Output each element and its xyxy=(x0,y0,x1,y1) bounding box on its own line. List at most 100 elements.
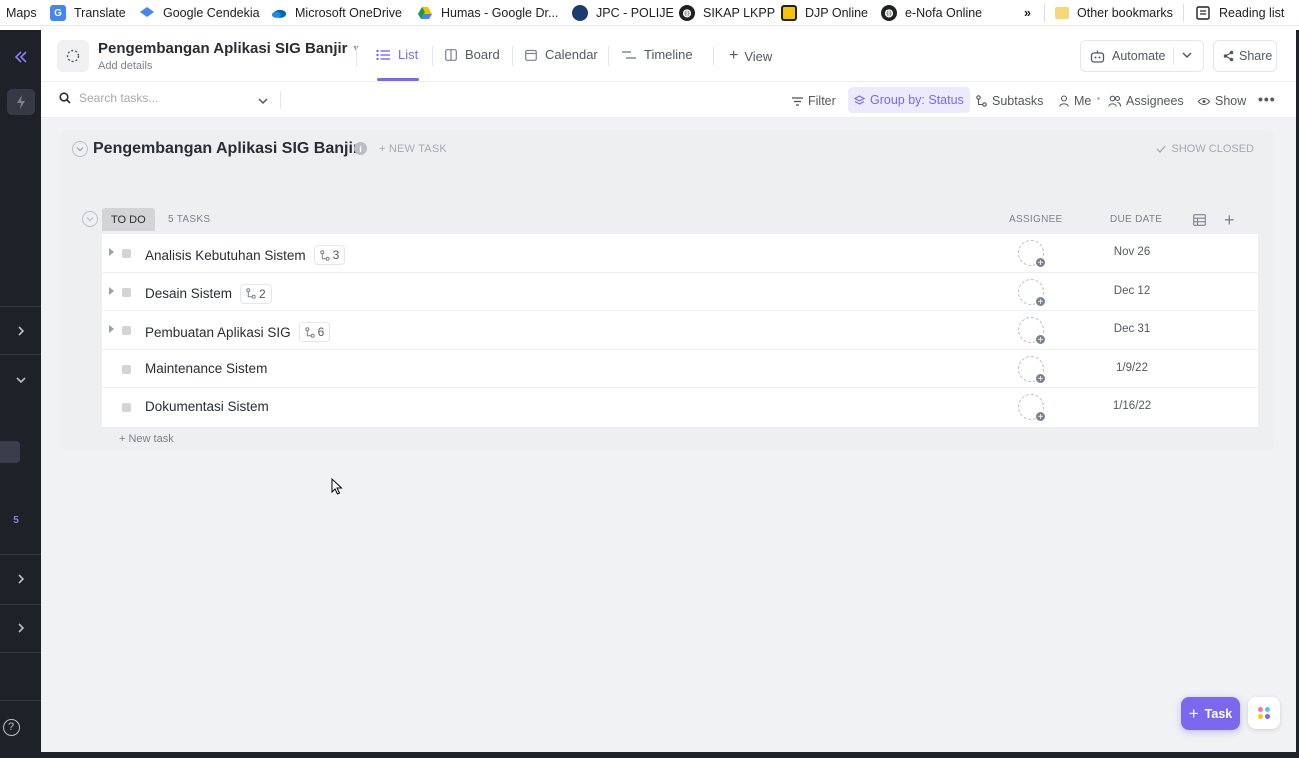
status-square-icon[interactable] xyxy=(122,249,131,258)
search-options-chevron-icon[interactable] xyxy=(257,92,269,110)
subtask-icon xyxy=(319,249,330,261)
due-date[interactable]: Dec 12 xyxy=(1092,285,1172,297)
expand-chevron-icon[interactable] xyxy=(0,617,41,639)
status-square-icon[interactable] xyxy=(122,326,131,336)
share-icon xyxy=(1223,50,1234,62)
task-list: Analisis Kebutuhan Sistem 3 + Nov 26 Des… xyxy=(102,234,1258,427)
due-date[interactable]: Nov 26 xyxy=(1092,246,1172,258)
assignees-button[interactable]: Assignees xyxy=(1108,91,1184,111)
due-date[interactable]: 1/16/22 xyxy=(1092,400,1172,412)
bookmark-maps[interactable]: Maps xyxy=(6,4,37,22)
add-details-link[interactable]: Add details xyxy=(98,60,152,72)
status-square-icon[interactable] xyxy=(122,287,131,297)
chevron-down-icon[interactable] xyxy=(1181,51,1193,59)
collapse-group-icon[interactable] xyxy=(82,211,98,227)
bookmark-jpc-polije[interactable]: JPC - POLIJE xyxy=(572,4,674,22)
list-toolbar: Filter Group by: Status Subtasks Me Assi… xyxy=(41,82,1296,118)
automate-button[interactable]: Automate xyxy=(1080,40,1204,72)
due-date[interactable]: Dec 31 xyxy=(1092,323,1172,335)
apps-grid-icon[interactable] xyxy=(1248,697,1280,729)
new-task-link[interactable]: + NEW TASK xyxy=(379,143,447,155)
subtask-count-chip[interactable]: 6 xyxy=(298,322,331,343)
add-assignee-icon[interactable]: + xyxy=(1018,278,1046,308)
button-divider xyxy=(1173,47,1174,65)
task-name[interactable]: Analisis Kebutuhan Sistem 3 xyxy=(145,245,346,265)
status-square-icon[interactable] xyxy=(122,403,131,413)
expand-subtasks-icon[interactable] xyxy=(109,286,114,295)
drive-icon xyxy=(417,5,433,21)
folder-icon xyxy=(1055,7,1069,19)
bookmark-sikap-lkpp[interactable]: ◍ SIKAP LKPP xyxy=(679,4,775,22)
rail-selected-indicator[interactable] xyxy=(0,441,20,463)
task-row[interactable]: Maintenance Sistem + 1/9/22 xyxy=(102,350,1258,389)
due-date[interactable]: 1/9/22 xyxy=(1092,362,1172,374)
group-by-button[interactable]: Group by: Status xyxy=(848,87,970,113)
table-view-icon[interactable] xyxy=(1193,214,1206,226)
bookmark-onedrive[interactable]: Microsoft OneDrive xyxy=(271,4,402,22)
list-heading[interactable]: Pengembangan Aplikasi SIG Banjir xyxy=(93,140,359,158)
subtask-count-chip[interactable]: 2 xyxy=(240,283,272,304)
new-task-fab[interactable]: + Task xyxy=(1181,697,1240,730)
bookmark-translate[interactable]: G Translate xyxy=(50,4,126,22)
list-status-icon[interactable] xyxy=(57,40,89,72)
add-assignee-icon[interactable]: + xyxy=(1018,317,1046,346)
status-group-badge[interactable]: TO DO xyxy=(102,208,155,231)
tab-calendar[interactable]: Calendar xyxy=(525,47,598,62)
add-assignee-icon[interactable]: + xyxy=(1018,355,1046,385)
task-row[interactable]: Analisis Kebutuhan Sistem 3 + Nov 26 xyxy=(102,234,1258,273)
status-square-icon[interactable] xyxy=(122,364,131,374)
expand-subtasks-icon[interactable] xyxy=(109,325,114,334)
reading-list-button[interactable]: Reading list xyxy=(1195,4,1284,22)
task-row[interactable]: Dokumentasi Sistem + 1/16/22 xyxy=(102,388,1258,427)
list-card: Pengembangan Aplikasi SIG Banjir i + NEW… xyxy=(61,130,1274,450)
task-row[interactable]: Desain Sistem 2 + Dec 12 xyxy=(102,273,1258,312)
add-view-button[interactable]: + View xyxy=(729,47,772,65)
bookmark-enofa-online[interactable]: ◍ e-Nofa Online xyxy=(881,4,982,22)
tab-board[interactable]: Board xyxy=(445,47,500,62)
task-name[interactable]: Maintenance Sistem xyxy=(145,361,267,376)
header-divider xyxy=(713,46,714,66)
filter-button[interactable]: Filter xyxy=(792,91,836,111)
plus-icon: + xyxy=(1188,703,1199,723)
more-options-icon[interactable]: ••• xyxy=(1258,89,1276,109)
bookmark-google-cendekia[interactable]: Google Cendekia xyxy=(139,4,260,22)
rail-count-badge[interactable]: 5 xyxy=(0,510,32,530)
bookmark-djp-online[interactable]: DJP Online xyxy=(781,4,868,22)
task-name[interactable]: Pembuatan Aplikasi SIG 6 xyxy=(145,322,331,343)
add-assignee-icon[interactable]: + xyxy=(1018,240,1046,269)
add-column-icon[interactable]: + xyxy=(1224,210,1235,231)
rail-divider xyxy=(0,604,41,605)
tab-timeline[interactable]: Timeline xyxy=(622,47,693,62)
collapse-sidebar-icon[interactable] xyxy=(0,46,41,68)
expand-subtasks-icon[interactable] xyxy=(109,248,114,256)
add-assignee-icon[interactable]: + xyxy=(1018,394,1046,423)
add-new-task-button[interactable]: + New task xyxy=(119,433,174,445)
column-header-due-date[interactable]: DUE DATE xyxy=(1110,214,1162,225)
window-bottom-edge xyxy=(0,752,1299,758)
quick-actions-icon[interactable] xyxy=(0,89,41,115)
info-icon[interactable]: i xyxy=(354,142,367,155)
show-closed-button[interactable]: SHOW CLOSED xyxy=(1156,143,1254,155)
task-row[interactable]: Pembuatan Aplikasi SIG 6 + Dec 31 xyxy=(102,311,1258,350)
column-header-assignee[interactable]: ASSIGNEE xyxy=(1009,214,1063,225)
task-name[interactable]: Dokumentasi Sistem xyxy=(145,399,269,414)
task-name[interactable]: Desain Sistem 2 xyxy=(145,283,272,304)
help-icon[interactable]: ? xyxy=(0,717,22,737)
expand-chevron-icon[interactable] xyxy=(0,568,41,590)
expand-chevron-icon[interactable] xyxy=(0,320,41,342)
collapse-chevron-icon[interactable] xyxy=(0,369,41,391)
tab-list[interactable]: List xyxy=(376,47,418,62)
share-button[interactable]: Share xyxy=(1213,40,1277,72)
page-title[interactable]: Pengembangan Aplikasi SIG Banjir▼ xyxy=(98,40,360,57)
show-button[interactable]: Show xyxy=(1198,91,1246,111)
subtasks-button[interactable]: Subtasks xyxy=(976,91,1043,111)
bookmarks-overflow-button[interactable]: » xyxy=(1024,4,1031,22)
me-filter-button[interactable]: Me xyxy=(1059,91,1091,111)
subtask-count-chip[interactable]: 3 xyxy=(313,245,346,265)
bookmark-humas-drive[interactable]: Humas - Google Dr... xyxy=(417,4,558,22)
list-header: Pengembangan Aplikasi SIG Banjir▼ Add de… xyxy=(41,30,1296,82)
collapse-list-icon[interactable] xyxy=(72,141,88,157)
list-view-content: Pengembangan Aplikasi SIG Banjir i + NEW… xyxy=(41,118,1296,752)
search-input[interactable] xyxy=(79,91,249,105)
bookmark-other-folder[interactable]: Other bookmarks xyxy=(1055,4,1173,22)
